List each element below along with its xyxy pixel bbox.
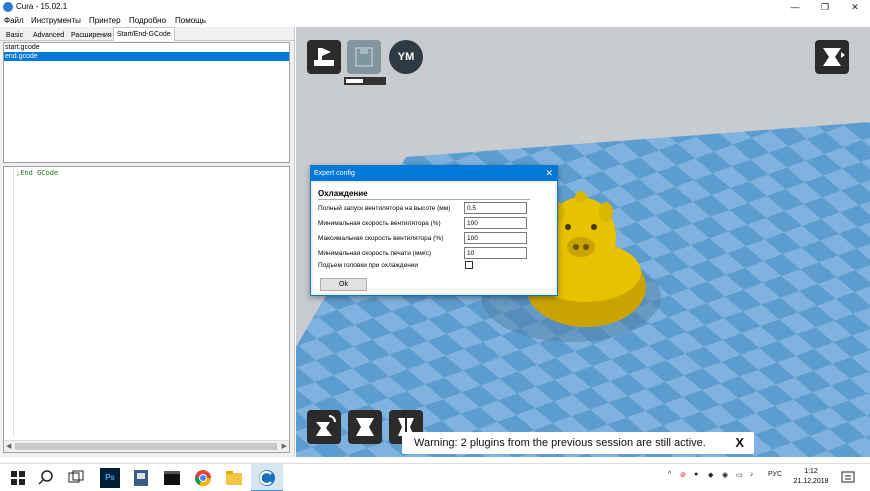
view-mode-button[interactable] — [815, 40, 849, 74]
scroll-right-icon[interactable]: ▶ — [282, 442, 287, 450]
cura-icon — [259, 470, 275, 486]
scale-button[interactable] — [348, 410, 382, 444]
file-explorer-icon[interactable] — [224, 468, 244, 488]
tab-plugins[interactable]: Расширения — [67, 29, 116, 41]
task-view-icon[interactable] — [66, 468, 86, 488]
ok-button[interactable]: Ok — [320, 278, 367, 291]
language-indicator[interactable]: РУС — [768, 471, 782, 478]
tray-steam-icon[interactable]: ◉ — [722, 471, 728, 479]
save-toolpath-icon — [355, 47, 373, 67]
youmagine-button[interactable]: YM — [389, 40, 423, 74]
menu-bar: Файл Инструменты Принтер Подробно Помощь — [0, 14, 870, 27]
tab-basic[interactable]: Basic — [2, 29, 27, 41]
rotate-button[interactable] — [307, 410, 341, 444]
gcode-file-list: start.gcode end.gcode — [3, 42, 290, 163]
tray-expand-icon[interactable]: ^ — [668, 471, 671, 478]
rotate-icon — [316, 415, 336, 436]
file-start-gcode[interactable]: start.gcode — [4, 43, 289, 52]
file-end-gcode[interactable]: end.gcode — [4, 52, 289, 61]
horizontal-scrollbar[interactable]: ◀ ▶ — [4, 440, 289, 452]
slice-progress-bar — [344, 77, 386, 85]
scrollbar-thumb[interactable] — [15, 443, 277, 450]
min-print-speed-input[interactable] — [464, 247, 527, 259]
tray-network-icon[interactable]: ▭ — [736, 471, 743, 479]
dialog-title: Expert config — [314, 170, 355, 177]
cool-head-lift-label: Подъем головки при охлаждении — [318, 262, 419, 269]
settings-tabs: Basic Advanced Расширения Start/End-GCod… — [0, 27, 295, 41]
menu-printer[interactable]: Принтер — [89, 16, 121, 25]
progress-fill — [346, 79, 364, 83]
menu-expert[interactable]: Подробно — [129, 16, 166, 25]
youmagine-icon: YM — [389, 40, 423, 74]
close-button[interactable]: ✕ — [840, 0, 870, 14]
photoshop-icon[interactable]: Ps — [100, 468, 120, 488]
dialog-close-button[interactable]: ✕ — [545, 166, 553, 181]
window-title: Cura - 15.02.1 — [16, 2, 68, 11]
plugin-warning-message: Warning: 2 plugins from the previous ses… — [402, 432, 754, 454]
tray-app-icon[interactable]: ● — [694, 471, 698, 478]
tray-volume-icon[interactable]: ♪ — [750, 471, 754, 478]
save-toolpath-button[interactable] — [347, 40, 381, 74]
fan-max-speed-label: Максимальная скорость вентилятора (%) — [318, 235, 444, 242]
warning-close-button[interactable]: X — [735, 432, 744, 454]
cura-app-icon — [3, 2, 13, 12]
windows-start-icon[interactable] — [8, 468, 28, 488]
search-icon[interactable] — [36, 468, 56, 488]
clock-date: 21.12.2018 — [793, 478, 829, 485]
menu-tools[interactable]: Инструменты — [31, 16, 81, 25]
cura-taskbar-button[interactable] — [251, 464, 283, 491]
fan-min-speed-input[interactable] — [464, 217, 527, 229]
clock-time: 1:12 — [804, 468, 818, 475]
notifications-icon[interactable] — [838, 468, 858, 488]
expert-config-dialog: Expert config ✕ Охлаждение Полный запуск… — [310, 165, 558, 296]
dialog-title-bar: Expert config ✕ — [311, 166, 557, 181]
scroll-left-icon[interactable]: ◀ — [6, 442, 11, 450]
chrome-icon[interactable] — [193, 468, 213, 488]
dialog-body: Охлаждение Полный запуск вентилятора на … — [313, 183, 555, 293]
load-model-button[interactable] — [307, 40, 341, 74]
tab-advanced[interactable]: Advanced — [29, 29, 68, 41]
view-mode-icon — [823, 48, 845, 66]
scale-icon — [356, 418, 374, 436]
fan-max-speed-input[interactable] — [464, 232, 527, 244]
menu-help[interactable]: Помощь — [175, 16, 206, 25]
tray-antivirus-icon[interactable]: ⊘ — [680, 471, 686, 479]
tray-dropbox-icon[interactable]: ◆ — [708, 471, 713, 479]
load-model-icon — [314, 48, 334, 66]
section-divider — [318, 199, 530, 200]
cool-head-lift-checkbox[interactable] — [465, 261, 473, 269]
min-print-speed-label: Минимальная скорость печати (мм/с) — [318, 250, 432, 257]
maximize-button[interactable]: ❐ — [810, 0, 840, 14]
app-icon[interactable] — [131, 468, 151, 488]
menu-file[interactable]: Файл — [4, 16, 24, 25]
taskbar: Ps ^ ⊘ ● ◆ ◉ ▭ ♪ РУС 1:12 21.12.2018 — [0, 463, 870, 491]
fan-min-speed-label: Минимальная скорость вентилятора (%) — [318, 220, 441, 227]
terminal-icon[interactable] — [162, 468, 182, 488]
minimize-button[interactable]: — — [780, 0, 810, 14]
cooling-section-title: Охлаждение — [318, 189, 368, 198]
fan-full-height-label: Полный запуск вентилятора на высоте (мм) — [318, 205, 451, 212]
warning-text: Warning: 2 plugins from the previous ses… — [414, 437, 706, 449]
gcode-text[interactable]: ;End GCode — [16, 169, 58, 177]
editor-gutter — [4, 167, 14, 437]
tab-start-end-gcode[interactable]: Start/End-GCode — [113, 27, 175, 41]
gcode-editor[interactable]: ;End GCode ◀ ▶ — [3, 166, 290, 453]
system-clock[interactable]: 1:12 21.12.2018 — [792, 467, 830, 487]
title-bar: Cura - 15.02.1 — ❐ ✕ — [0, 0, 870, 14]
fan-full-height-input[interactable] — [464, 202, 527, 214]
settings-panel: Basic Advanced Расширения Start/End-GCod… — [0, 27, 295, 457]
